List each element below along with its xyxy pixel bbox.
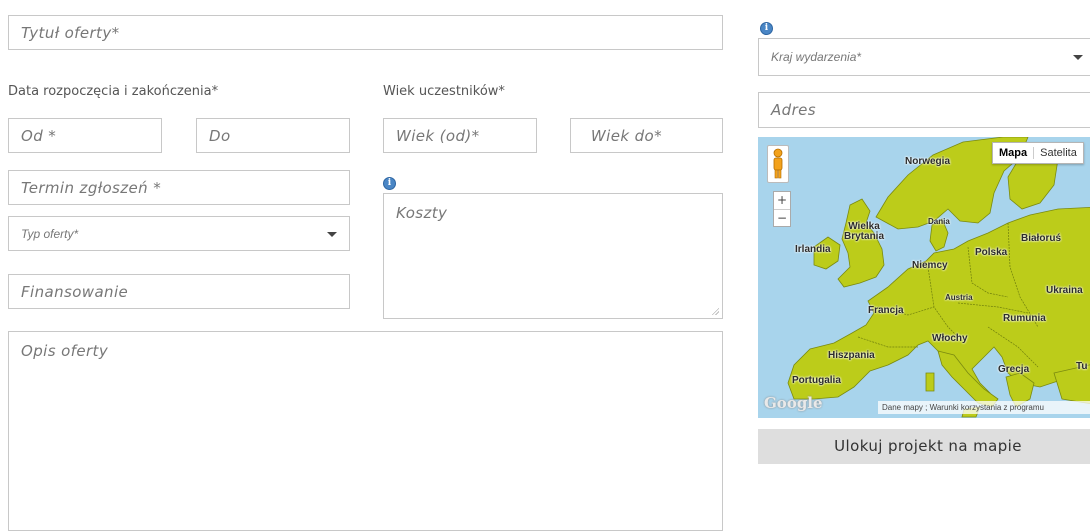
- age-to-placeholder: Wiek do*: [590, 126, 662, 145]
- age-from-placeholder: Wiek (od)*: [396, 126, 480, 145]
- map-label-niemcy: Niemcy: [912, 260, 948, 271]
- financing-input[interactable]: Finansowanie: [8, 274, 350, 309]
- map-label-brytania: Brytania: [844, 231, 885, 242]
- financing-placeholder: Finansowanie: [21, 282, 129, 301]
- country-selected: Kraj wydarzenia*: [771, 50, 862, 64]
- map-label-austria: Austria: [945, 293, 973, 302]
- deadline-input[interactable]: Termin zgłoszeń *: [8, 170, 350, 205]
- map-label-grecja: Grecja: [998, 364, 1030, 375]
- costs-textarea[interactable]: Koszty: [383, 193, 723, 319]
- street-view-pegman-icon[interactable]: [767, 145, 789, 183]
- country-select[interactable]: Kraj wydarzenia*: [758, 38, 1090, 76]
- offer-description-placeholder: Opis oferty: [21, 342, 109, 360]
- dates-label: Data rozpoczęcia i zakończenia*: [8, 84, 219, 99]
- map-label-rumunia: Rumunia: [1003, 313, 1046, 324]
- zoom-in-button[interactable]: +: [774, 192, 790, 210]
- costs-info-icon[interactable]: i: [383, 177, 396, 190]
- resize-handle-icon[interactable]: [711, 307, 719, 315]
- map-type-map-button[interactable]: Mapa: [993, 147, 1035, 159]
- zoom-control: + −: [773, 191, 791, 227]
- map-attribution[interactable]: Dane mapy ; Warunki korzystania z progra…: [878, 401, 1090, 414]
- map-label-bialorus: Białoruś: [1021, 233, 1062, 244]
- end-date-input[interactable]: Do: [196, 118, 350, 153]
- chevron-down-icon: [327, 231, 337, 237]
- offer-type-selected: Typ oferty*: [21, 226, 79, 241]
- map-label-hiszpania: Hiszpania: [828, 350, 875, 361]
- map-label-ukraina: Ukraina: [1046, 285, 1083, 296]
- map-label-portugalia: Portugalia: [792, 375, 841, 386]
- map-label-polska: Polska: [975, 247, 1008, 258]
- deadline-placeholder: Termin zgłoszeń *: [21, 178, 162, 197]
- start-date-input[interactable]: Od *: [8, 118, 162, 153]
- locate-project-button[interactable]: Ulokuj projekt na mapie: [758, 429, 1090, 464]
- map-label-wielka-brytania: Wielka Brytania: [844, 222, 884, 242]
- end-date-placeholder: Do: [209, 126, 231, 145]
- costs-placeholder: Koszty: [396, 204, 448, 222]
- offer-title-input[interactable]: Tytuł oferty*: [8, 15, 723, 50]
- offer-type-select[interactable]: Typ oferty*: [8, 216, 350, 251]
- chevron-down-icon: [1073, 55, 1083, 60]
- map-label-francja: Francja: [868, 305, 904, 316]
- age-from-input[interactable]: Wiek (od)*: [383, 118, 537, 153]
- address-placeholder: Adres: [771, 101, 816, 119]
- map-view[interactable]: + − Mapa Satelita Norwegia Dania Wielka …: [758, 137, 1090, 418]
- offer-description-textarea[interactable]: Opis oferty: [8, 331, 723, 531]
- map-label-turcja: Tu: [1076, 361, 1088, 372]
- country-info-icon[interactable]: i: [760, 22, 773, 35]
- address-input[interactable]: Adres: [758, 92, 1090, 128]
- age-to-input[interactable]: Wiek do*: [570, 118, 723, 153]
- map-label-dania: Dania: [928, 217, 950, 226]
- map-type-control: Mapa Satelita: [992, 142, 1084, 164]
- map-label-norwegia: Norwegia: [905, 156, 951, 167]
- map-label-irlandia: Irlandia: [795, 244, 831, 255]
- start-date-placeholder: Od *: [21, 126, 57, 145]
- zoom-out-button[interactable]: −: [774, 210, 790, 227]
- offer-title-placeholder: Tytuł oferty*: [21, 23, 120, 42]
- map-label-wlochy: Włochy: [932, 333, 968, 344]
- google-logo[interactable]: Google: [764, 394, 823, 412]
- age-label: Wiek uczestników*: [383, 84, 505, 99]
- map-type-satellite-button[interactable]: Satelita: [1034, 147, 1083, 159]
